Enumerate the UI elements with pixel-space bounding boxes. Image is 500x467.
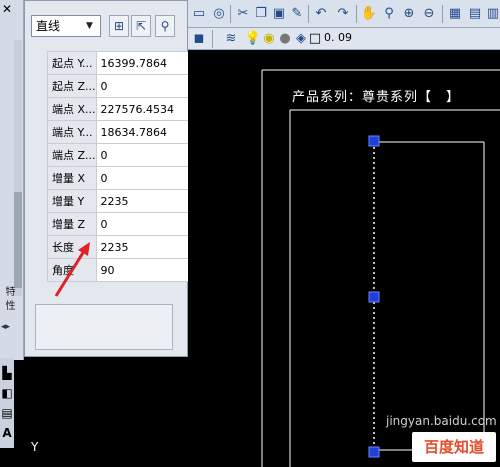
property-name: 增量 Z (47, 212, 97, 236)
property-value[interactable]: 18634.7864 (95, 120, 196, 144)
watermark-logo: 百度知道 (412, 432, 496, 462)
property-row[interactable]: 增量 Y 2235 (47, 189, 196, 213)
property-row[interactable]: 起点 Z... 0 (47, 74, 196, 98)
paste-icon[interactable]: ▣ (270, 5, 288, 23)
layer-toolbar: ◼ ≋ 💡 ◉ ● ◈ □ 0. 09 (188, 28, 500, 50)
text-tool-icon[interactable]: A (0, 426, 14, 442)
standard-toolbar: ▭ ◎ ✂ ❐ ▣ ✎ ↶ ↷ ✋ ⚲ ⊕ ⊖ ▦ ▤ ▥ (188, 0, 500, 28)
property-value[interactable]: 0 (95, 166, 196, 190)
palette-title-char: 特 (3, 286, 14, 296)
tool-icon[interactable]: ▤ (0, 406, 14, 422)
cad-window: { "palette": { "object_type": "直线", "des… (0, 0, 500, 467)
property-value[interactable]: 2235 (95, 235, 196, 259)
property-value[interactable]: 90 (95, 258, 196, 282)
property-row[interactable]: 端点 X... 227576.4534 (47, 97, 196, 121)
property-name: 端点 X... (47, 97, 97, 121)
design-center-icon[interactable]: ▤ (466, 5, 484, 23)
pan-icon[interactable]: ✋ (360, 5, 378, 23)
property-name: 端点 Z... (47, 143, 97, 167)
preview-icon[interactable]: ▭ (190, 5, 208, 23)
property-value[interactable]: 0 (95, 212, 196, 236)
property-name: 增量 Y (47, 189, 97, 213)
zoom-realtime-icon[interactable]: ⚲ (380, 5, 398, 23)
watermark-url: jingyan.baidu.com (386, 414, 497, 428)
chevron-down-icon: ▼ (86, 21, 93, 31)
left-tool-column: ▙ ◧ ▤ A (0, 358, 14, 448)
property-name: 起点 Z... (47, 74, 97, 98)
layer-dropdown-value[interactable]: 0. 09 (324, 31, 352, 44)
cut-icon[interactable]: ✂ (234, 5, 252, 23)
redo-icon[interactable]: ↷ (334, 5, 352, 23)
properties-icon[interactable]: ▦ (446, 5, 464, 23)
property-row[interactable]: 端点 Z... 0 (47, 143, 196, 167)
tool-icon[interactable]: ▙ (0, 366, 14, 382)
close-icon[interactable]: ✕ (2, 2, 12, 16)
object-type-select[interactable]: 直线 ▼ (31, 15, 101, 37)
grip-mid[interactable] (368, 291, 380, 303)
layer-manager-icon[interactable]: ≋ (222, 30, 240, 48)
color-square-icon[interactable]: □ (306, 30, 324, 48)
drawing-canvas[interactable]: 产品系列：尊贵系列【 】 (188, 50, 500, 467)
palette-side-strip: ✕ 特 性 ◂▸ (0, 0, 24, 360)
layer-state-icon[interactable]: ◼ (190, 30, 208, 48)
object-type-value: 直线 (36, 19, 61, 33)
zoom-previous-icon[interactable]: ⊖ (420, 5, 438, 23)
quick-select-button[interactable]: ⚲ (155, 15, 175, 37)
annotation-arrow (54, 242, 90, 297)
palette-scroll-thumb[interactable] (14, 192, 22, 288)
match-properties-icon[interactable]: ✎ (288, 5, 306, 23)
drawing-title-text: 产品系列：尊贵系列【 】 (292, 90, 461, 105)
grip-end[interactable] (368, 446, 380, 458)
select-objects-button[interactable]: ⇱ (131, 15, 151, 37)
property-value[interactable]: 227576.4534 (95, 97, 196, 121)
zoom-window-icon[interactable]: ⊕ (400, 5, 418, 23)
property-row[interactable]: 端点 Y... 18634.7864 (47, 120, 196, 144)
property-row[interactable]: 起点 Y... 16399.7864 (47, 51, 196, 75)
ucs-axis-label: Y (31, 440, 39, 454)
palette-title-char: 性 (3, 300, 14, 310)
description-panel (35, 304, 173, 350)
grip-start[interactable] (368, 135, 380, 147)
property-name: 起点 Y... (47, 51, 97, 75)
property-value[interactable]: 0 (95, 143, 196, 167)
properties-palette: 直线 ▼ ⊞ ⇱ ⚲ 起点 Y... 16399.7864 起点 Z... 0 端点 X… (24, 0, 196, 357)
property-name: 增量 X (47, 166, 97, 190)
property-value[interactable]: 2235 (95, 189, 196, 213)
copy-icon[interactable]: ❐ (252, 5, 270, 23)
property-value[interactable]: 0 (95, 74, 196, 98)
drawing-svg (261, 69, 500, 467)
undo-icon[interactable]: ↶ (312, 5, 330, 23)
publish-icon[interactable]: ◎ (210, 5, 228, 23)
tool-palettes-icon[interactable]: ▥ (484, 5, 500, 23)
toggle-pickadd-button[interactable]: ⊞ (109, 15, 129, 37)
tool-icon[interactable]: ◧ (0, 386, 14, 402)
property-row[interactable]: 增量 X0 (47, 166, 196, 190)
property-row[interactable]: 增量 Z0 (47, 212, 196, 236)
collapse-arrows-icon[interactable]: ◂▸ (1, 322, 10, 332)
property-name: 端点 Y... (47, 120, 97, 144)
property-value[interactable]: 16399.7864 (95, 51, 196, 75)
